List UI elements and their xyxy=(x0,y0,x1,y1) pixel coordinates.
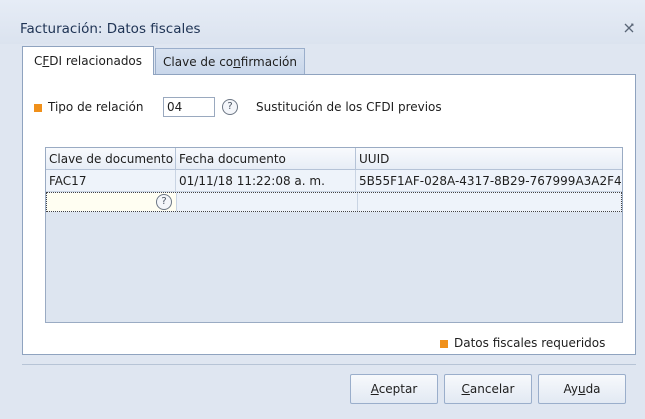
relation-type-label: Tipo de relación xyxy=(48,100,144,114)
tab-label-part: Clave de co xyxy=(163,55,234,69)
button-label: da xyxy=(585,382,601,396)
question-circle-icon[interactable]: ? xyxy=(222,99,238,115)
column-header-document-key[interactable]: Clave de documento xyxy=(46,148,176,170)
relation-type-description: Sustitución de los CFDI previos xyxy=(256,100,442,114)
button-mnemonic: A xyxy=(370,382,379,396)
close-icon[interactable] xyxy=(622,21,636,35)
new-row[interactable]: ? xyxy=(46,192,622,212)
tab-panel: Tipo de relación ? Sustitución de los CF… xyxy=(22,74,636,355)
tab-clave-confirmacion[interactable]: Clave de confirmación xyxy=(155,48,305,75)
cell-document-key[interactable]: FAC17 xyxy=(46,170,176,192)
cell-uuid[interactable]: 5B55F1AF-028A-4317-8B29-767999A3A2F4 xyxy=(356,170,622,192)
required-fields-legend: Datos fiscales requeridos xyxy=(454,336,606,350)
question-circle-icon[interactable]: ? xyxy=(156,194,172,210)
column-header-document-date[interactable]: Fecha documento xyxy=(176,148,356,170)
window-title: Facturación: Datos fiscales xyxy=(20,21,201,37)
tab-cfdi-relacionados[interactable]: CFDI relacionados xyxy=(22,46,154,75)
column-header-uuid[interactable]: UUID xyxy=(356,148,622,170)
column-divider xyxy=(357,193,358,211)
related-documents-grid[interactable]: Clave de documento Fecha documento UUID … xyxy=(45,147,623,323)
relation-type-input[interactable] xyxy=(163,97,215,117)
button-label: ceptar xyxy=(378,382,418,396)
tab-label-mnemonic: n xyxy=(233,55,241,69)
new-document-key-input[interactable]: ? xyxy=(47,193,177,211)
help-button[interactable]: Ayuda xyxy=(538,374,626,404)
button-mnemonic: C xyxy=(461,382,470,396)
cancel-button[interactable]: Cancelar xyxy=(444,374,532,404)
cell-document-date[interactable]: 01/11/18 11:22:08 a. m. xyxy=(176,170,356,192)
required-marker-icon xyxy=(440,340,448,348)
title-bar[interactable]: Facturación: Datos fiscales xyxy=(0,0,645,44)
accept-button[interactable]: Aceptar xyxy=(350,374,438,404)
button-label: Ay xyxy=(563,382,578,396)
required-marker-icon xyxy=(34,104,42,112)
dialog-window: Facturación: Datos fiscales CFDI relacio… xyxy=(0,0,645,419)
button-label: ancelar xyxy=(469,382,515,396)
button-mnemonic: u xyxy=(577,382,586,396)
tab-label-part: DI relacionados xyxy=(49,54,143,68)
tab-label-part: firmación xyxy=(240,55,297,69)
